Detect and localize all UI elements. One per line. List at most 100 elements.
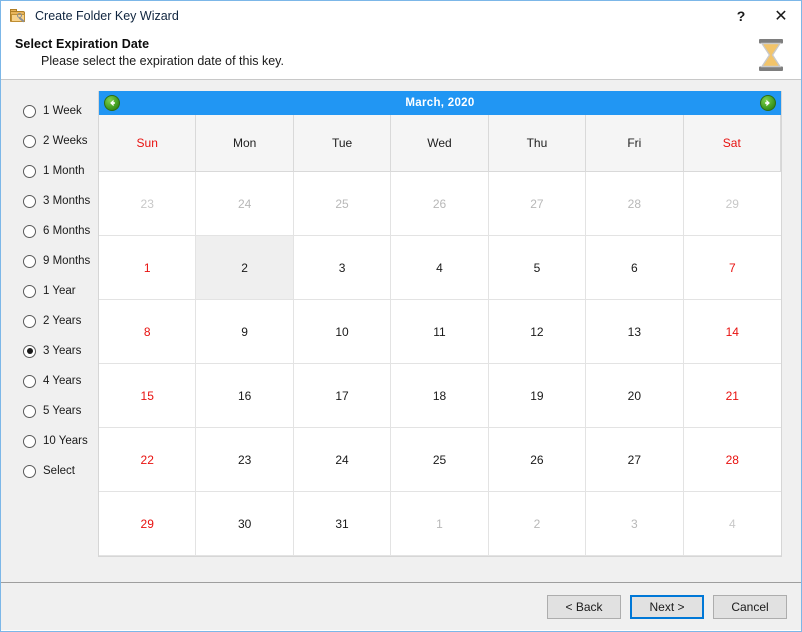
calendar-month-year: March, 2020 [405,97,475,109]
wizard-footer: < Back Next > Cancel [1,582,801,630]
day-cell[interactable]: 7 [683,236,781,300]
next-month-arrow-icon[interactable] [760,95,776,111]
radio-label: 10 Years [43,435,88,447]
day-cell[interactable]: 9 [196,300,294,364]
next-button[interactable]: Next > [630,594,704,619]
day-cell[interactable]: 1 [391,492,489,556]
radio-option-6-months[interactable]: 6 Months [1,216,96,246]
day-cell-selected[interactable]: 2 [196,236,294,300]
radio-option-2-weeks[interactable]: 2 Weeks [1,126,96,156]
prev-month-arrow-icon[interactable] [104,95,120,111]
day-cell[interactable]: 28 [586,172,684,236]
day-cell[interactable]: 26 [391,172,489,236]
radio-option-1-year[interactable]: 1 Year [1,276,96,306]
day-cell[interactable]: 23 [99,172,197,236]
day-cell[interactable]: 14 [683,300,781,364]
day-cell[interactable]: 22 [99,428,197,492]
radio-label: 3 Months [43,195,91,207]
wizard-body: 1 Week 2 Weeks 1 Month 3 Months 6 Months… [1,80,801,582]
radio-label: 3 Years [43,345,82,357]
radio-indicator[interactable] [23,254,36,268]
radio-option-1-week[interactable]: 1 Week [1,96,96,126]
day-cell[interactable]: 4 [683,492,781,556]
day-cell[interactable]: 6 [586,236,684,300]
day-cell[interactable]: 23 [196,428,294,492]
day-cell[interactable]: 13 [586,300,684,364]
radio-label: 1 Month [43,165,85,177]
radio-indicator[interactable] [23,344,36,358]
radio-option-select[interactable]: Select [1,456,96,486]
day-cell[interactable]: 26 [488,428,587,492]
day-cell[interactable]: 16 [196,364,294,428]
day-cell[interactable]: 25 [391,428,489,492]
day-cell[interactable]: 19 [488,364,587,428]
page-title: Select Expiration Date [15,37,150,51]
radio-indicator[interactable] [23,464,36,478]
day-cell[interactable]: 31 [293,492,392,556]
hourglass-icon [759,39,783,71]
day-cell[interactable]: 24 [196,172,294,236]
radio-option-10-years[interactable]: 10 Years [1,426,96,456]
day-cell[interactable]: 1 [99,236,197,300]
day-cell[interactable]: 17 [293,364,392,428]
window-title: Create Folder Key Wizard [35,9,179,23]
radio-indicator[interactable] [23,434,36,448]
day-header-sun: Sun [99,115,197,172]
day-cell[interactable]: 20 [586,364,684,428]
day-header-thu: Thu [488,115,587,172]
day-cell[interactable]: 12 [488,300,587,364]
day-cell[interactable]: 25 [293,172,392,236]
radio-option-5-years[interactable]: 5 Years [1,396,96,426]
day-cell[interactable]: 15 [99,364,197,428]
day-header-fri: Fri [586,115,684,172]
close-icon[interactable]: ✕ [761,1,801,31]
radio-option-1-month[interactable]: 1 Month [1,156,96,186]
day-cell[interactable]: 10 [293,300,392,364]
radio-indicator[interactable] [23,284,36,298]
day-cell[interactable]: 3 [586,492,684,556]
radio-label: 5 Years [43,405,82,417]
radio-indicator[interactable] [23,194,36,208]
day-cell[interactable]: 5 [488,236,587,300]
radio-indicator[interactable] [23,314,36,328]
day-cell[interactable]: 27 [586,428,684,492]
radio-indicator[interactable] [23,164,36,178]
wizard-window: Create Folder Key Wizard ? ✕ Select Expi… [0,0,802,632]
day-cell[interactable]: 29 [99,492,197,556]
day-cell[interactable]: 2 [488,492,587,556]
radio-option-4-years[interactable]: 4 Years [1,366,96,396]
radio-option-3-years[interactable]: 3 Years [1,336,96,366]
radio-indicator[interactable] [23,374,36,388]
back-button[interactable]: < Back [547,594,621,619]
day-cell[interactable]: 21 [683,364,781,428]
day-cell[interactable]: 27 [488,172,587,236]
radio-label: 1 Year [43,285,76,297]
day-header-tue: Tue [293,115,392,172]
radio-indicator[interactable] [23,404,36,418]
day-cell[interactable]: 3 [293,236,392,300]
help-button[interactable]: ? [721,1,761,31]
radio-label: 2 Years [43,315,82,327]
date-picker-calendar: March, 2020 Sun Mon Tue Wed Thu Fri Sat … [98,91,782,557]
day-cell[interactable]: 30 [196,492,294,556]
radio-option-9-months[interactable]: 9 Months [1,246,96,276]
day-cell[interactable]: 4 [391,236,489,300]
radio-indicator[interactable] [23,224,36,238]
title-bar-controls: ? ✕ [721,1,801,31]
radio-label: 6 Months [43,225,91,237]
radio-label: Select [43,465,75,477]
day-cell[interactable]: 11 [391,300,489,364]
day-cell[interactable]: 8 [99,300,197,364]
radio-option-3-months[interactable]: 3 Months [1,186,96,216]
radio-option-2-years[interactable]: 2 Years [1,306,96,336]
radio-indicator[interactable] [23,104,36,118]
radio-label: 9 Months [43,255,91,267]
day-cell[interactable]: 28 [683,428,781,492]
cancel-button[interactable]: Cancel [713,594,787,619]
day-cell[interactable]: 29 [683,172,781,236]
day-cell[interactable]: 18 [391,364,489,428]
radio-label: 4 Years [43,375,82,387]
radio-indicator[interactable] [23,134,36,148]
calendar-grid: Sun Mon Tue Wed Thu Fri Sat 23 24 25 26 … [99,115,781,556]
day-cell[interactable]: 24 [293,428,392,492]
